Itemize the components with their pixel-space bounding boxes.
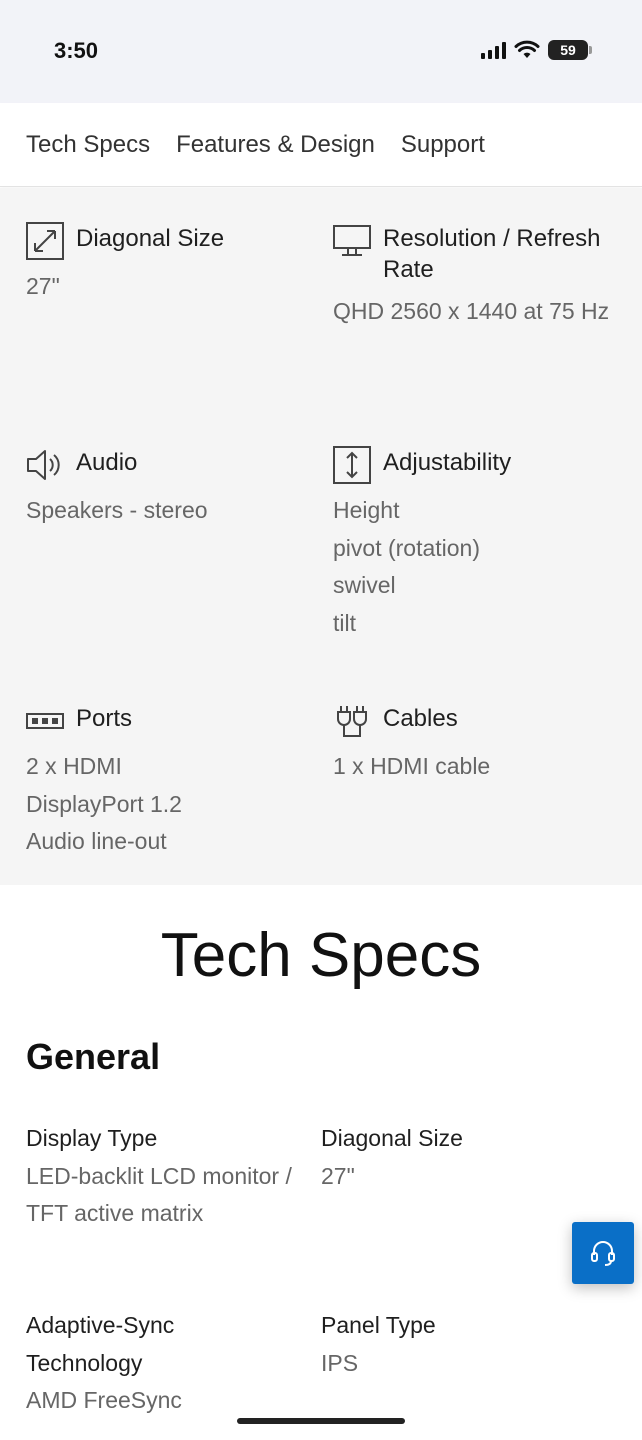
spec-value: LED-backlit LCD monitor / TFT active mat… xyxy=(26,1162,292,1227)
speaker-icon xyxy=(26,446,64,484)
spec-adaptive-sync: Adaptive-Sync Technology AMD FreeSync xyxy=(26,1307,226,1420)
highlight-value: Audio line-out xyxy=(26,828,167,854)
spec-panel-type: Panel Type IPS xyxy=(321,1307,591,1382)
highlight-value: 1 x HDMI cable xyxy=(333,753,491,779)
highlight-value: QHD 2560 x 1440 at 75 Hz xyxy=(333,298,610,324)
highlight-value: swivel xyxy=(333,572,396,598)
tab-support[interactable]: Support xyxy=(401,131,485,159)
tab-tech-specs[interactable]: Tech Specs xyxy=(26,131,150,159)
signal-icon xyxy=(481,41,506,59)
adjustability-icon xyxy=(333,446,371,484)
tab-bar: Tech Specs Features & Design Support xyxy=(0,103,642,187)
highlight-value: pivot (rotation) xyxy=(333,534,481,561)
highlight-value: DisplayPort 1.2 xyxy=(26,790,182,817)
highlight-title: Cables xyxy=(383,705,458,732)
highlight-title: Adjustability xyxy=(383,449,512,476)
chat-support-button[interactable] xyxy=(572,1222,634,1284)
highlight-ports: Ports 2 x HDMI DisplayPort 1.2 Audio lin… xyxy=(26,702,316,861)
highlight-adjustability: Adjustability Height pivot (rotation) sw… xyxy=(333,446,623,642)
spec-diagonal-size: Diagonal Size 27" xyxy=(321,1120,591,1195)
ports-icon xyxy=(26,702,64,740)
page-title: Tech Specs xyxy=(160,921,482,990)
highlight-resolution: Resolution / Refresh Rate QHD 2560 x 144… xyxy=(333,222,623,331)
highlight-value: 2 x HDMI xyxy=(26,753,122,779)
highlight-diagonal-size: Diagonal Size 27" xyxy=(26,222,316,306)
section-heading-general: General xyxy=(26,1036,161,1077)
highlight-title: Diagonal Size xyxy=(76,225,225,252)
status-bar: 3:50 59 xyxy=(0,0,642,103)
spec-label: Display Type xyxy=(26,1125,158,1151)
monitor-icon xyxy=(333,222,371,260)
spec-value: IPS xyxy=(321,1349,359,1376)
spec-value: AMD FreeSync xyxy=(26,1387,182,1413)
highlight-audio: Audio Speakers - stereo xyxy=(26,446,316,530)
highlight-value: Speakers - stereo xyxy=(26,497,208,523)
status-icons: 59 xyxy=(481,40,592,60)
diagonal-size-icon xyxy=(26,222,64,260)
tab-features-design[interactable]: Features & Design xyxy=(176,131,375,159)
highlights-section: Diagonal Size 27" Resolution / Refresh R… xyxy=(0,188,642,885)
highlight-value: Height xyxy=(333,497,400,523)
cable-icon xyxy=(333,702,371,740)
battery-icon: 59 xyxy=(548,40,592,60)
spec-value: 27" xyxy=(321,1162,355,1189)
headset-icon xyxy=(591,1241,615,1266)
spec-label: Diagonal Size xyxy=(321,1125,463,1151)
spec-label: Adaptive-Sync Technology xyxy=(26,1312,175,1376)
status-time: 3:50 xyxy=(54,38,99,63)
spec-display-type: Display Type LED-backlit LCD monitor / T… xyxy=(26,1120,296,1233)
home-indicator xyxy=(237,1418,405,1424)
highlight-value: tilt xyxy=(333,609,356,636)
spec-label: Panel Type xyxy=(321,1312,436,1338)
highlight-title: Audio xyxy=(76,449,138,476)
highlight-title: Ports xyxy=(76,705,133,732)
highlight-value: 27" xyxy=(26,273,60,299)
wifi-icon xyxy=(514,40,540,58)
highlight-title: Resolution / Refresh Rate xyxy=(383,225,601,283)
highlight-cables: Cables 1 x HDMI cable xyxy=(333,702,623,786)
